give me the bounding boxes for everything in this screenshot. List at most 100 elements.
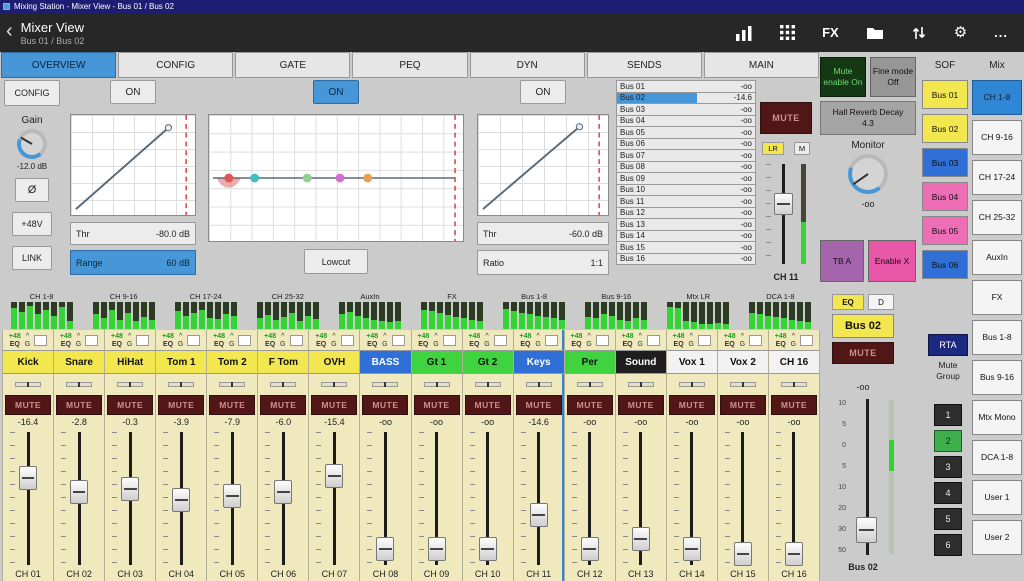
scribble-strip[interactable]: F Tom — [258, 350, 309, 374]
scribble-strip[interactable]: Per — [564, 350, 615, 374]
scribble-strip[interactable]: Tom 2 — [207, 350, 258, 374]
lowcut-button[interactable]: Lowcut — [304, 249, 368, 274]
dyn-ratio-field[interactable]: Ratio 1:1 — [477, 250, 609, 275]
mute-button[interactable]: MUTE — [362, 395, 409, 415]
mute-button[interactable]: MUTE — [260, 395, 307, 415]
mix-auxin[interactable]: AuxIn — [972, 240, 1022, 275]
dialpad-icon[interactable] — [780, 25, 796, 40]
output-fader-cap[interactable] — [856, 517, 877, 544]
mix-ch-1-8[interactable]: CH 1-8 — [972, 80, 1022, 115]
pan-slider[interactable] — [729, 381, 756, 387]
fx-button[interactable]: FX — [822, 25, 839, 40]
fader-cap[interactable] — [325, 464, 344, 489]
fader[interactable] — [565, 429, 615, 568]
scribble-strip[interactable]: Keys — [513, 350, 564, 374]
tab-main[interactable]: MAIN — [703, 52, 819, 78]
scribble-strip[interactable]: Gt 1 — [411, 350, 462, 374]
scribble-strip[interactable]: Sound — [615, 350, 666, 374]
tab-peq[interactable]: PEQ — [352, 52, 468, 78]
pan-slider[interactable] — [780, 381, 807, 387]
scribble-strip[interactable]: Gt 2 — [462, 350, 513, 374]
phantom-button[interactable]: +48V — [12, 212, 52, 236]
sof-bus-01[interactable]: Bus 01 — [922, 80, 968, 109]
mix-bus-1-8[interactable]: Bus 1-8 — [972, 320, 1022, 355]
mute-button[interactable]: MUTE — [107, 395, 154, 415]
fader-cap[interactable] — [172, 487, 191, 512]
back-button[interactable]: ‹ — [0, 20, 21, 46]
sof-bus-03[interactable]: Bus 03 — [922, 148, 968, 177]
gain-knob[interactable] — [17, 129, 47, 159]
fader[interactable] — [105, 429, 155, 568]
output-fader[interactable]: 10 5 0 5 10 20 30 50 — [826, 396, 900, 558]
mute-button[interactable]: MUTE — [464, 395, 511, 415]
gate-on-button[interactable]: ON — [110, 80, 156, 104]
mute-button[interactable]: MUTE — [209, 395, 256, 415]
mute-group-4[interactable]: 4 — [934, 482, 962, 504]
config-button[interactable]: CONFIG — [4, 80, 60, 106]
tab-sends[interactable]: SENDS — [586, 52, 702, 78]
mute-button[interactable]: MUTE — [413, 395, 460, 415]
gate-range-field[interactable]: Range 60 dB — [70, 250, 196, 275]
eq-band-dot[interactable] — [224, 173, 234, 183]
sof-bus-05[interactable]: Bus 05 — [922, 216, 968, 245]
fader-cap[interactable] — [580, 536, 599, 561]
pan-slider[interactable] — [219, 381, 246, 387]
mono-assign-button[interactable]: M — [794, 142, 810, 155]
scribble-strip[interactable]: CH 16 — [768, 350, 819, 374]
fader-cap[interactable] — [223, 483, 242, 508]
mute-button[interactable]: MUTE — [668, 395, 715, 415]
enable-x-button[interactable]: Enable X — [868, 240, 916, 282]
effect-param-display[interactable]: Hall Reverb Decay 4.3 — [820, 101, 916, 135]
fader-cap[interactable] — [784, 542, 803, 567]
fader-cap[interactable] — [427, 536, 446, 561]
fader[interactable] — [156, 429, 206, 568]
output-mute-button[interactable]: MUTE — [832, 342, 894, 364]
fader[interactable] — [769, 429, 819, 568]
mute-button[interactable]: MUTE — [311, 395, 358, 415]
mute-group-3[interactable]: 3 — [934, 456, 962, 478]
scribble-strip[interactable]: OVH — [309, 350, 360, 374]
mute-button[interactable]: MUTE — [158, 395, 205, 415]
mute-button[interactable]: MUTE — [719, 395, 766, 415]
mute-enable-button[interactable]: Mute enable On — [820, 57, 866, 97]
eq-band-dot[interactable] — [363, 173, 373, 183]
tab-dyn[interactable]: DYN — [469, 52, 585, 78]
fine-mode-button[interactable]: Fine mode Off — [870, 57, 916, 97]
mute-button[interactable]: MUTE — [770, 395, 817, 415]
pan-slider[interactable] — [474, 381, 501, 387]
mix-ch-9-16[interactable]: CH 9-16 — [972, 120, 1022, 155]
dyn-threshold-field[interactable]: Thr -60.0 dB — [477, 222, 609, 245]
fader-cap[interactable] — [478, 536, 497, 561]
pan-slider[interactable] — [423, 381, 450, 387]
levels-icon[interactable] — [735, 25, 753, 41]
mix-ch-25-32[interactable]: CH 25-32 — [972, 200, 1022, 235]
fader[interactable] — [514, 429, 564, 568]
send-row-bus-16[interactable]: Bus 16 -oo — [616, 252, 756, 265]
fader[interactable] — [309, 429, 359, 568]
mute-group-5[interactable]: 5 — [934, 508, 962, 530]
monitor-knob[interactable] — [848, 154, 888, 194]
pan-slider[interactable] — [372, 381, 399, 387]
fader-cap[interactable] — [631, 526, 650, 551]
pan-slider[interactable] — [15, 381, 42, 387]
fader-cap[interactable] — [376, 536, 395, 561]
mute-button[interactable]: MUTE — [515, 395, 562, 415]
pan-slider[interactable] — [66, 381, 93, 387]
fader[interactable] — [412, 429, 462, 568]
scribble-strip[interactable]: Kick — [3, 350, 54, 374]
pan-slider[interactable] — [576, 381, 603, 387]
mix-mtx-mono[interactable]: Mtx Mono — [972, 400, 1022, 435]
fader-cap[interactable] — [121, 476, 140, 501]
output-scribble-strip[interactable]: Bus 02 — [832, 314, 894, 338]
fader[interactable] — [667, 429, 717, 568]
scribble-strip[interactable]: Snare — [54, 350, 105, 374]
fader-cap[interactable] — [733, 542, 752, 567]
output-d-button[interactable]: D — [868, 294, 894, 310]
mute-button[interactable]: MUTE — [56, 395, 103, 415]
selected-fader-cap[interactable] — [774, 193, 793, 216]
output-eq-button[interactable]: EQ — [832, 294, 864, 310]
pan-slider[interactable] — [525, 381, 552, 387]
fader[interactable] — [360, 429, 410, 568]
eq-band-dot[interactable] — [302, 173, 312, 183]
fader[interactable] — [258, 429, 308, 568]
